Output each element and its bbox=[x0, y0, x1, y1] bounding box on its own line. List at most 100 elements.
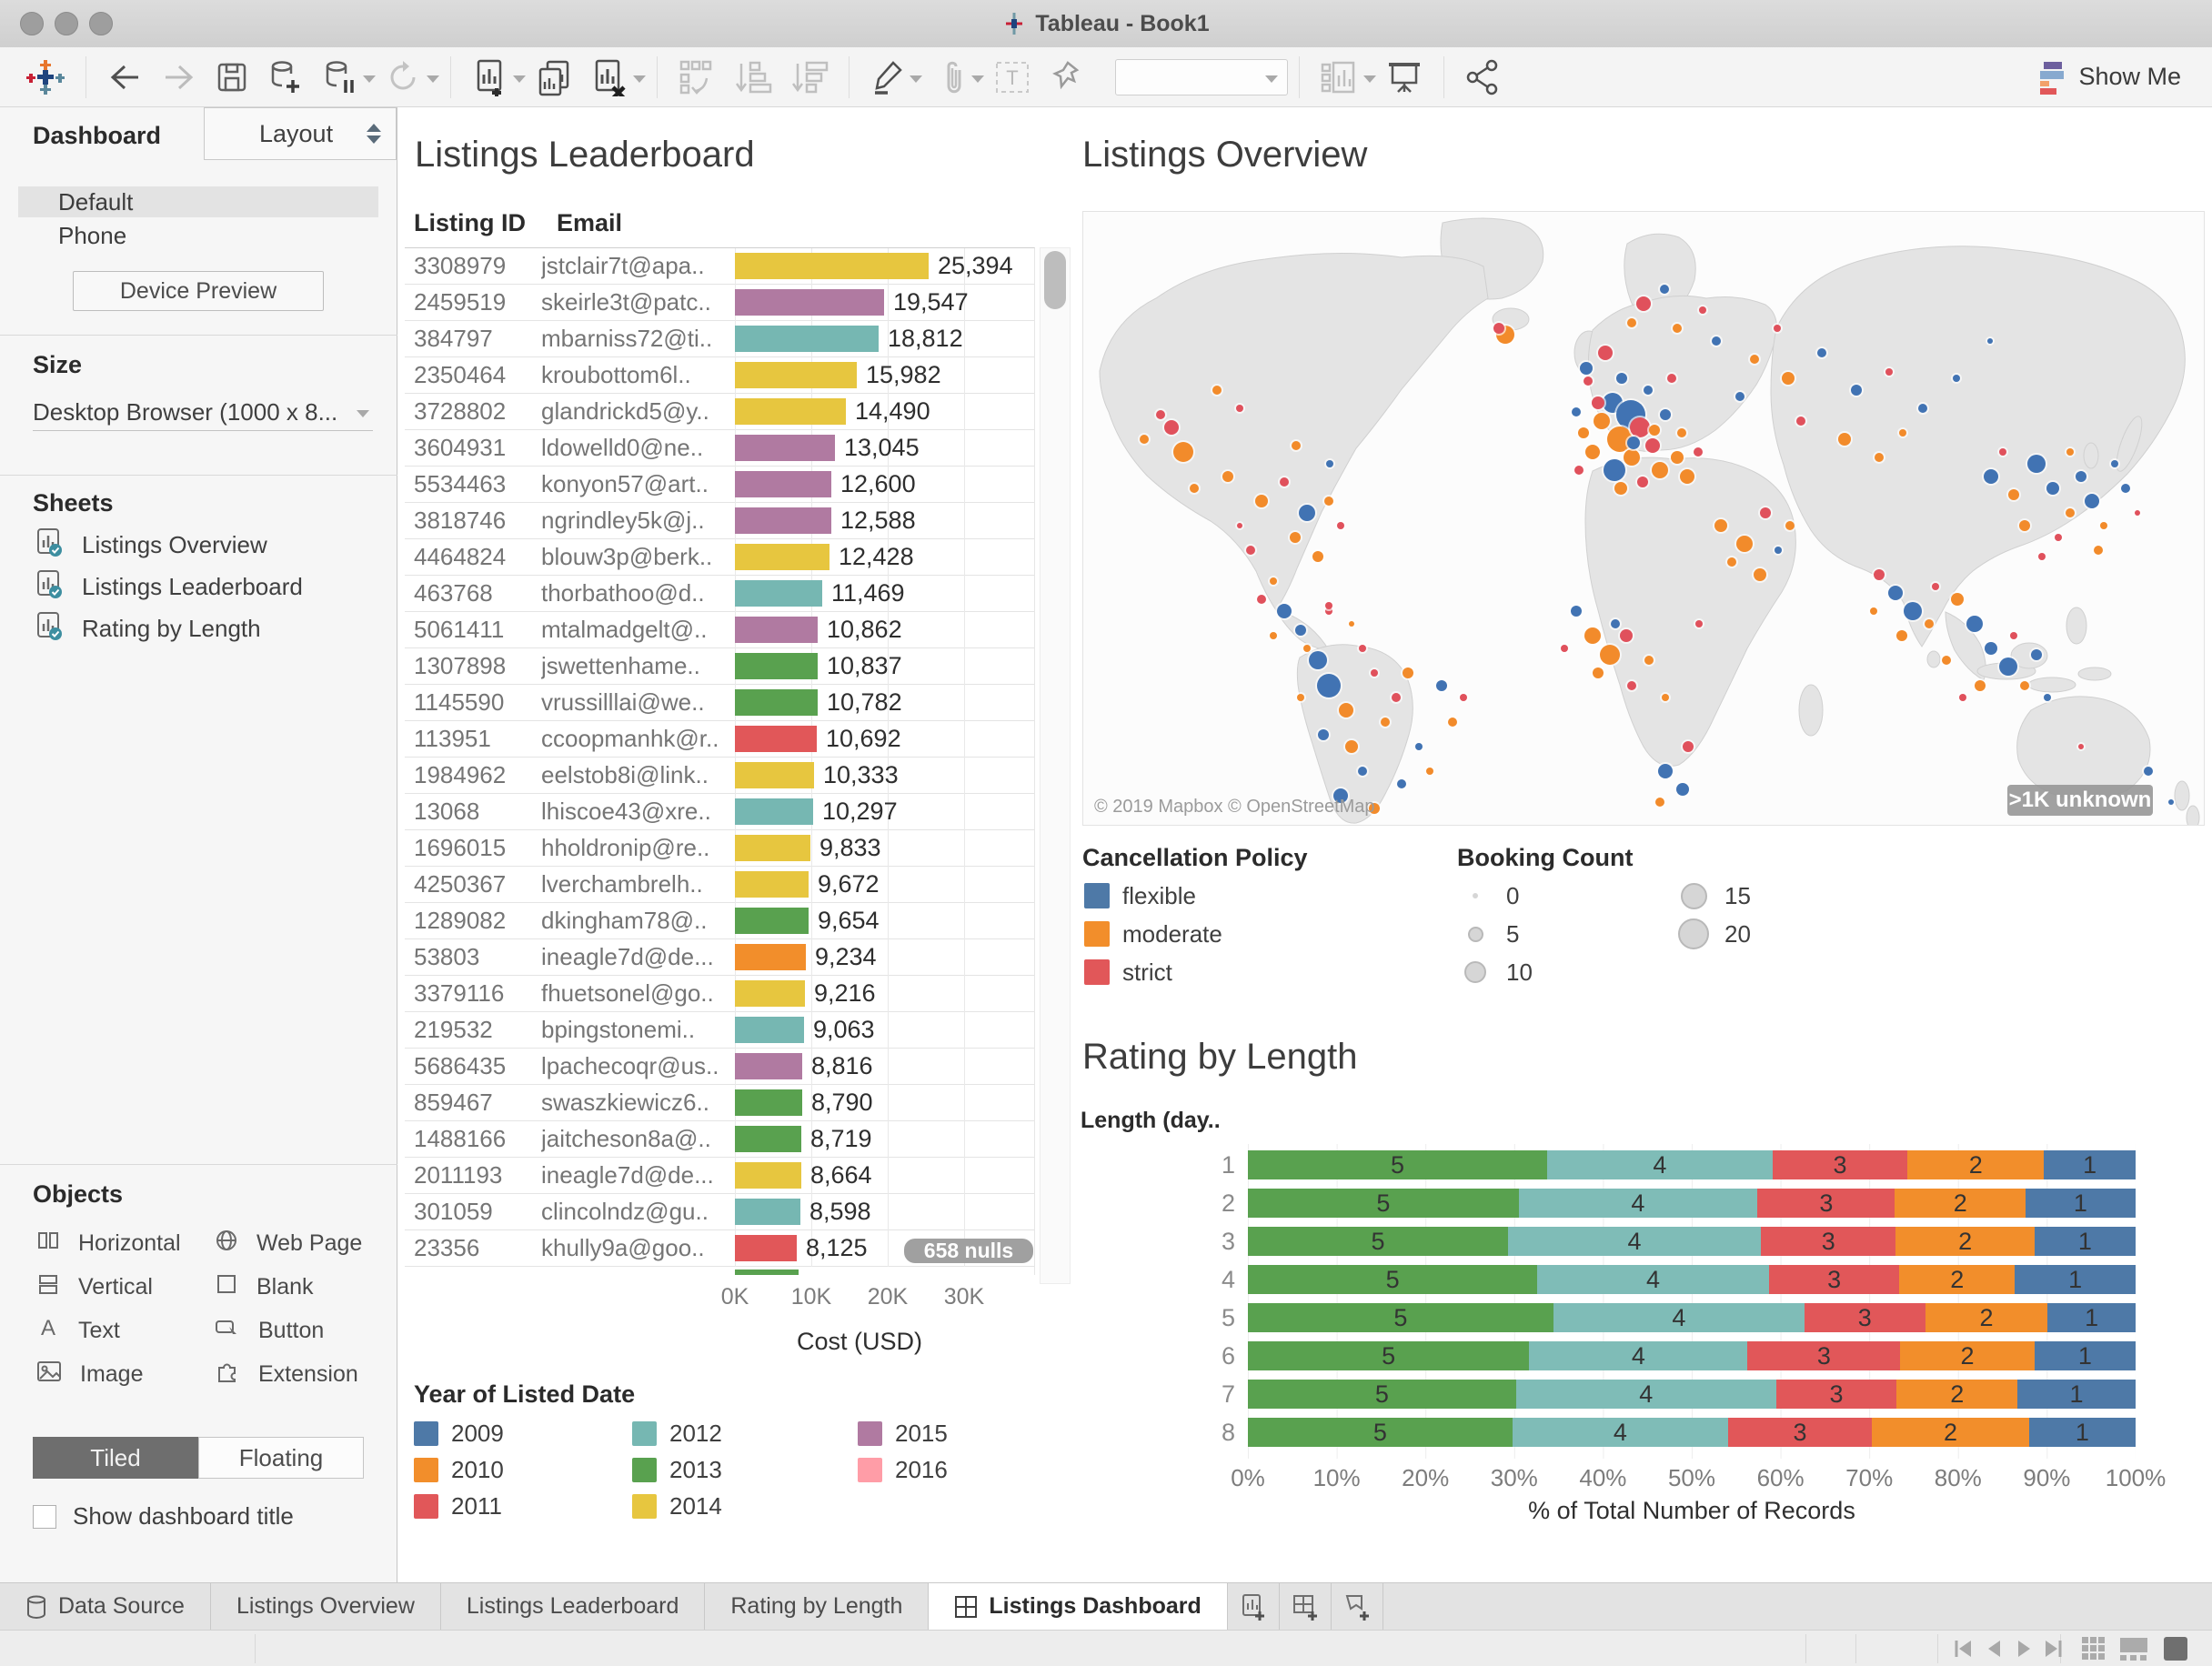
add-data-source-button[interactable] bbox=[257, 54, 312, 101]
sheet-item-listings-leaderboard[interactable]: Listings Leaderboard bbox=[36, 566, 303, 607]
map-mark[interactable] bbox=[1312, 550, 1323, 562]
length-field-label[interactable]: Length (day.. bbox=[1081, 1108, 1221, 1134]
rating-segment-5[interactable]: 5 bbox=[1248, 1150, 1547, 1179]
cost-bar-mark[interactable] bbox=[735, 544, 830, 570]
rating-segment-3[interactable]: 3 bbox=[1775, 1380, 1897, 1409]
map-mark[interactable] bbox=[1317, 673, 1342, 698]
rating-segment-2[interactable]: 2 bbox=[1907, 1150, 2045, 1179]
map-mark[interactable] bbox=[1662, 694, 1670, 702]
tab-rating-by-length[interactable]: Rating by Length bbox=[705, 1583, 930, 1630]
clear-sheet-caret[interactable] bbox=[633, 75, 646, 83]
tab-listings-leaderboard[interactable]: Listings Leaderboard bbox=[441, 1583, 706, 1630]
table-row[interactable]: 219532 bpingstonemi.. 9,063 bbox=[405, 1012, 1034, 1049]
map-mark[interactable] bbox=[2030, 648, 2042, 660]
table-row[interactable]: 384797 mbarniss72@ti.. 18,812 bbox=[405, 321, 1034, 357]
map-mark[interactable] bbox=[1222, 470, 1234, 482]
cost-bar-mark[interactable] bbox=[735, 653, 818, 679]
map-mark[interactable] bbox=[1931, 583, 1939, 591]
rating-segment-2[interactable]: 2 bbox=[1895, 1189, 2026, 1218]
cost-bar-mark[interactable] bbox=[735, 326, 879, 352]
policy-legend-item-strict[interactable]: strict bbox=[1084, 953, 1222, 991]
new-worksheet-button[interactable] bbox=[1228, 1583, 1280, 1630]
table-row[interactable]: 5061411 mtalmadgelt@.. 10,862 bbox=[405, 612, 1034, 648]
map-mark[interactable] bbox=[2065, 508, 2075, 518]
map-mark[interactable] bbox=[1670, 451, 1684, 465]
map-mark[interactable] bbox=[1397, 778, 1407, 788]
map-mark[interactable] bbox=[1941, 656, 1951, 666]
show-hide-cards-caret[interactable] bbox=[1363, 75, 1376, 83]
map-mark[interactable] bbox=[1435, 679, 1447, 691]
map-mark[interactable] bbox=[1325, 601, 1333, 609]
map-mark[interactable] bbox=[2044, 694, 2051, 702]
cost-bar-mark[interactable] bbox=[735, 944, 806, 970]
redo-button[interactable] bbox=[152, 54, 206, 101]
map-mark[interactable] bbox=[1579, 362, 1593, 376]
map-mark[interactable] bbox=[1675, 783, 1689, 797]
rating-segment-5[interactable]: 5 bbox=[1248, 1303, 1553, 1332]
cost-bar-mark[interactable] bbox=[735, 471, 831, 497]
new-worksheet-button[interactable] bbox=[462, 54, 509, 101]
share-button[interactable] bbox=[1455, 54, 1510, 101]
object-vertical[interactable]: Vertical bbox=[36, 1265, 215, 1309]
table-row[interactable]: 1696015 hholdronip@re.. 9,833 bbox=[405, 830, 1034, 867]
map-mark[interactable] bbox=[1683, 741, 1694, 753]
rating-segment-3[interactable]: 3 bbox=[1757, 1189, 1895, 1218]
rating-segment-5[interactable]: 5 bbox=[1248, 1380, 1516, 1409]
legend-item-2012[interactable]: 2012 bbox=[632, 1415, 722, 1451]
table-row[interactable]: 1307898 jswettenhame.. 10,837 bbox=[405, 648, 1034, 685]
map-mark[interactable] bbox=[1574, 465, 1584, 475]
cost-bar-mark[interactable] bbox=[735, 253, 929, 279]
map-mark[interactable] bbox=[1837, 433, 1851, 447]
scrollbar-thumb[interactable] bbox=[1044, 251, 1066, 309]
map-mark[interactable] bbox=[1392, 693, 1402, 703]
refresh-caret[interactable] bbox=[427, 75, 439, 83]
booking-size-item-0[interactable]: 0 bbox=[1459, 877, 1533, 915]
map-mark[interactable] bbox=[1594, 412, 1611, 429]
map-mark[interactable] bbox=[2167, 798, 2174, 805]
map-mark[interactable] bbox=[1635, 296, 1651, 312]
map-mark[interactable] bbox=[1156, 410, 1166, 420]
legend-item-2015[interactable]: 2015 bbox=[858, 1415, 948, 1451]
table-row[interactable]: 3379116 fhuetsonel@go.. 9,216 bbox=[405, 976, 1034, 1012]
size-dropdown[interactable]: Desktop Browser (1000 x 8... bbox=[33, 394, 373, 431]
map-mark[interactable] bbox=[1985, 641, 1998, 655]
map-mark[interactable] bbox=[1326, 460, 1334, 468]
booking-size-item-5[interactable]: 5 bbox=[1459, 915, 1533, 953]
map-mark[interactable] bbox=[1336, 521, 1344, 529]
legend-item-2010[interactable]: 2010 bbox=[414, 1451, 504, 1488]
save-button[interactable] bbox=[206, 54, 257, 101]
rating-segment-4[interactable]: 4 bbox=[1553, 1303, 1805, 1332]
booking-size-item-20[interactable]: 20 bbox=[1677, 915, 1751, 953]
show-mark-labels-button[interactable]: T bbox=[984, 54, 1041, 101]
rating-segment-5[interactable]: 5 bbox=[1248, 1265, 1538, 1294]
rating-segment-5[interactable]: 5 bbox=[1248, 1227, 1508, 1256]
map-mark[interactable] bbox=[1666, 373, 1676, 383]
map-mark[interactable] bbox=[2134, 510, 2140, 517]
map-mark[interactable] bbox=[1359, 644, 1367, 652]
show-dashboard-title-checkbox[interactable] bbox=[33, 1504, 56, 1529]
map-mark[interactable] bbox=[1754, 567, 1767, 581]
map-mark[interactable] bbox=[2037, 552, 2046, 560]
map-mark[interactable] bbox=[1644, 437, 1660, 453]
map-mark[interactable] bbox=[1298, 505, 1315, 522]
map-mark[interactable] bbox=[1276, 604, 1292, 619]
policy-legend-item-flexible[interactable]: flexible bbox=[1084, 877, 1222, 915]
map-mark[interactable] bbox=[1269, 632, 1277, 640]
table-row[interactable]: 3308979 jstclair7t@apa.. 25,394 bbox=[405, 248, 1034, 285]
rating-segment-3[interactable]: 3 bbox=[1728, 1418, 1873, 1447]
map-mark[interactable] bbox=[1599, 644, 1620, 665]
cost-bar-mark[interactable] bbox=[735, 835, 810, 861]
map-mark[interactable] bbox=[2020, 680, 2030, 690]
cost-bar-mark[interactable] bbox=[735, 1162, 801, 1189]
map-mark[interactable] bbox=[1172, 441, 1193, 462]
map-mark[interactable] bbox=[1257, 594, 1267, 604]
map-mark[interactable] bbox=[1888, 586, 1904, 601]
new-dashboard-button[interactable] bbox=[1280, 1583, 1332, 1630]
map-mark[interactable] bbox=[1447, 718, 1457, 728]
map-mark[interactable] bbox=[1255, 494, 1269, 507]
table-row[interactable]: 1145590 vrussilllai@we.. 10,782 bbox=[405, 685, 1034, 721]
map-mark[interactable] bbox=[1643, 386, 1653, 396]
sheet-item-rating-by-length[interactable]: Rating by Length bbox=[36, 607, 303, 649]
cost-bar-mark[interactable] bbox=[735, 1270, 799, 1275]
rating-segment-1[interactable]: 1 bbox=[2015, 1265, 2136, 1294]
